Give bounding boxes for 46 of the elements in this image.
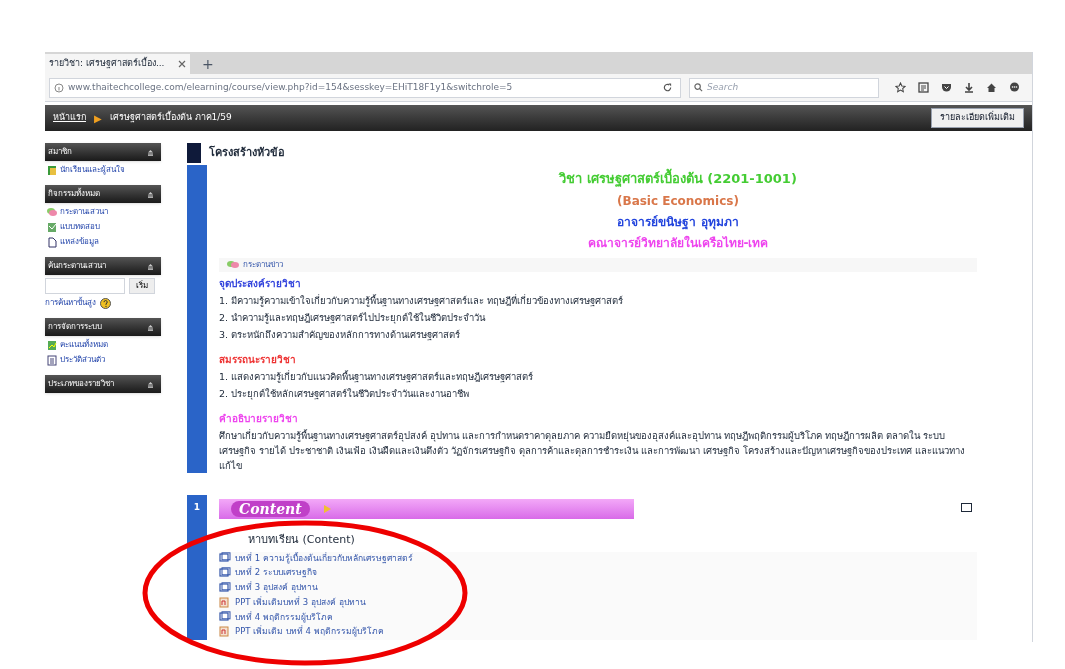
body-text: 1. มีความรู้ความเข้าใจเกี่ยวกับความรู้พื้นฐานทางเศรษฐศาสตร์และ ทฤษฎีที่เกี่ยวข้องทางเศรษฐศาสตร์ xyxy=(219,293,625,308)
block-title: การจัดการระบบ xyxy=(48,321,102,333)
block-title: สมาชิก xyxy=(48,146,72,158)
more-details-button[interactable]: รายละเอียดเพิ่มเติม xyxy=(931,108,1024,128)
sidebar-link[interactable]: นักเรียนและผู้สนใจ xyxy=(60,164,125,176)
lesson-link[interactable]: PPT เพิ่มเติม บทที่ 4 พฤติกรรมผู้บริโภค xyxy=(235,625,384,638)
lesson-link[interactable]: PPT เพิ่มเติมบทที่ 3 อุปสงค์ อุปทาน xyxy=(235,595,366,609)
search-placeholder: Search xyxy=(707,80,739,94)
block-title: กิจกรรมทั้งหมด xyxy=(48,188,100,200)
lesson-link[interactable]: บทที่ 4 พฤติกรรมผู้บริโภค xyxy=(235,610,333,624)
lesson-link[interactable]: บทที่ 3 อุปสงค์ อุปทาน xyxy=(235,581,318,594)
sidebar-link[interactable]: ประวัติส่วนตัว xyxy=(60,354,105,366)
section-title: คำอธิบายรายวิชา xyxy=(219,411,298,426)
banner-title: Content xyxy=(231,500,310,517)
sidebar-link[interactable]: แบบทดสอบ xyxy=(60,221,100,233)
body-text: ศึกษาเกี่ยวกับความรู้พื้นฐานทางเศรษฐศาสตร์อุปสงค์ อุปทาน และการกำหนดราคาดุลยภาค ความยืดหยุ่นของอุสงค์และอุปทาน ทฤษฎีพฤติกรรมผู้บริโภค ทฤษฎีการผลิต ตลาดใน ระบบเศรษฐกิจ รายได้ ประชาชาติ เงินเฟ้อ เงินฝืดและเงินตึงตัว วัฏจักรเศรษฐกิจ ดุลการค้าและดุลการชำระเงิน และการพัฒนา เศรษฐกิจ โครงสร้างและปัญหาเศรษฐกิจของประเทศ และแนวทางแก้ไข xyxy=(219,428,967,473)
lesson-link[interactable]: บทที่ 2 ระบบเศรษฐกิจ xyxy=(235,566,317,579)
sidebar-link[interactable]: กระดานเสวนา xyxy=(60,206,108,218)
lesson-link[interactable]: บทที่ 1 ความรู้เบื้องต้นเกี่ยวกับหลักเศรษฐศาสตร์ xyxy=(235,551,413,565)
news-forum-link[interactable]: กระดานข่าว xyxy=(243,258,283,271)
body-text: 2. ประยุกต์ใช้หลักเศรษฐศาสตร์ในชีวิตประจำวันและงานอาชีพ xyxy=(219,386,471,401)
breadcrumb-arrow-icon: ▶ xyxy=(94,110,102,126)
new-tab-button[interactable]: + xyxy=(190,54,226,74)
section-title: จุดประสงค์รายวิชา xyxy=(219,276,301,291)
body-text: 2. นำความรู้และทฤษฎีเศรษฐศาสตร์ไปประยุกต์ใช้ในชีวิตประจำวัน xyxy=(219,310,487,325)
course-title: (Basic Economics) xyxy=(617,192,739,210)
topic-heading: หาบทเรียน (Content) xyxy=(248,532,355,546)
url-text: www.thaitechcollege.com/elearning/course/view.php?id=154&sesskey=EHiT18F1y1&switchrole=5 xyxy=(68,80,513,94)
go-button[interactable]: เริ่ม xyxy=(129,278,155,294)
body-text: 1. แสดงความรู้เกี่ยวกับแนวคิดพื้นฐานทางเศรษฐศาสตร์และทฤษฎีเศรษฐศาสตร์ xyxy=(219,369,535,384)
section-heading: โครงสร้างหัวข้อ xyxy=(209,144,285,161)
block-title: ประเภทของรายวิชา xyxy=(48,378,114,390)
course-title: วิชา เศรษฐศาสตร์เบื้องต้น (2201-1001) xyxy=(559,169,797,189)
course-title: อาจารย์ขนิษฐา อุทุมภา xyxy=(617,213,739,231)
home-link[interactable]: หน้าแรก xyxy=(53,111,86,125)
browser-tab[interactable]: รายวิชา: เศรษฐศาสตร์เบื้อง... xyxy=(45,54,190,74)
course-title: คณาจารย์วิทยาลัยในเครือไทย-เทค xyxy=(587,234,769,252)
block-title: ค้นกระดานเสวนา xyxy=(48,260,106,272)
sidebar-link[interactable]: แหล่งข้อมูล xyxy=(60,236,99,248)
body-text: 3. ตระหนักถึงความสำคัญของหลักการทางด้านเศรษฐศาสตร์ xyxy=(219,327,462,342)
address-bar[interactable]: www.thaitechcollege.com/elearning/course/view.php?id=154&sesskey=EHiT18F1y1&switchrole=5 xyxy=(49,77,681,98)
sidebar-link[interactable]: คะแนนทั้งหมด xyxy=(60,339,108,351)
advanced-search-link[interactable]: การค้นหาขั้นสูง xyxy=(45,297,96,309)
breadcrumb-course: เศรษฐศาสตร์เบื้องต้น ภาค1/59 xyxy=(109,111,232,125)
section-number: 1 xyxy=(193,500,201,514)
section-title: สมรรถนะรายวิชา xyxy=(219,352,296,367)
